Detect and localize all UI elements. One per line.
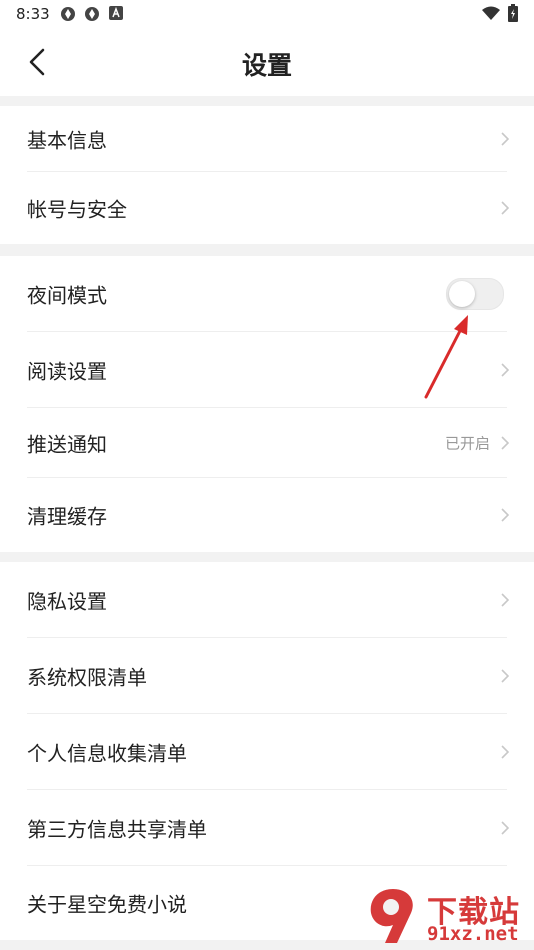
settings-row-account-security[interactable]: 帐号与安全 [0, 172, 534, 244]
chevron-right-icon [501, 363, 510, 377]
chevron-right-icon [501, 745, 510, 759]
push-status-value: 已开启 [444, 434, 490, 453]
toggle-knob [449, 281, 475, 307]
wifi-icon [482, 6, 500, 20]
annotation-arrow-icon [424, 315, 468, 399]
settings-group-privacy: 隐私设置 系统权限清单 个人信息收集清单 第三方信息共享清单 关于星空免费小说 [0, 562, 534, 940]
watermark-domain: 91xz.net [427, 923, 519, 945]
row-label: 隐私设置 [27, 589, 107, 614]
chevron-right-icon [501, 132, 510, 146]
watermark: 下载站 91xz.net [363, 885, 534, 950]
settings-row-basic-info[interactable]: 基本信息 [0, 106, 534, 172]
settings-row-personal-info-list[interactable]: 个人信息收集清单 [0, 714, 534, 790]
row-label: 第三方信息共享清单 [27, 817, 207, 842]
chevron-right-icon [501, 436, 510, 450]
row-label: 推送通知 [27, 432, 107, 457]
settings-row-push-notification[interactable]: 推送通知 已开启 [0, 408, 534, 478]
settings-row-privacy[interactable]: 隐私设置 [0, 562, 534, 638]
status-bar: 8:33 [0, 0, 534, 28]
app-notification-icon [61, 7, 75, 21]
row-label: 基本信息 [27, 128, 107, 153]
settings-row-third-party-sharing[interactable]: 第三方信息共享清单 [0, 790, 534, 866]
watermark-logo-icon [370, 889, 413, 943]
row-label: 阅读设置 [27, 359, 107, 384]
row-label: 关于星空免费小说 [27, 892, 187, 917]
status-time: 8:33 [16, 5, 50, 23]
row-label: 夜间模式 [27, 283, 107, 308]
row-label: 系统权限清单 [27, 665, 147, 690]
settings-row-system-permissions[interactable]: 系统权限清单 [0, 638, 534, 714]
settings-row-clear-cache[interactable]: 清理缓存 [0, 478, 534, 552]
settings-group-account: 基本信息 帐号与安全 [0, 106, 534, 244]
chevron-right-icon [501, 593, 510, 607]
page-title: 设置 [241, 51, 292, 80]
chevron-right-icon [501, 201, 510, 215]
chevron-right-icon [501, 669, 510, 683]
a-notification-icon [109, 6, 123, 20]
chevron-right-icon [501, 508, 510, 522]
chevron-right-icon [501, 821, 510, 835]
row-label: 个人信息收集清单 [27, 741, 187, 766]
app-notification-icon [85, 7, 99, 21]
row-label: 帐号与安全 [27, 197, 127, 222]
header: 设置 [0, 28, 534, 96]
battery-icon [508, 4, 518, 22]
row-label: 清理缓存 [27, 504, 107, 529]
